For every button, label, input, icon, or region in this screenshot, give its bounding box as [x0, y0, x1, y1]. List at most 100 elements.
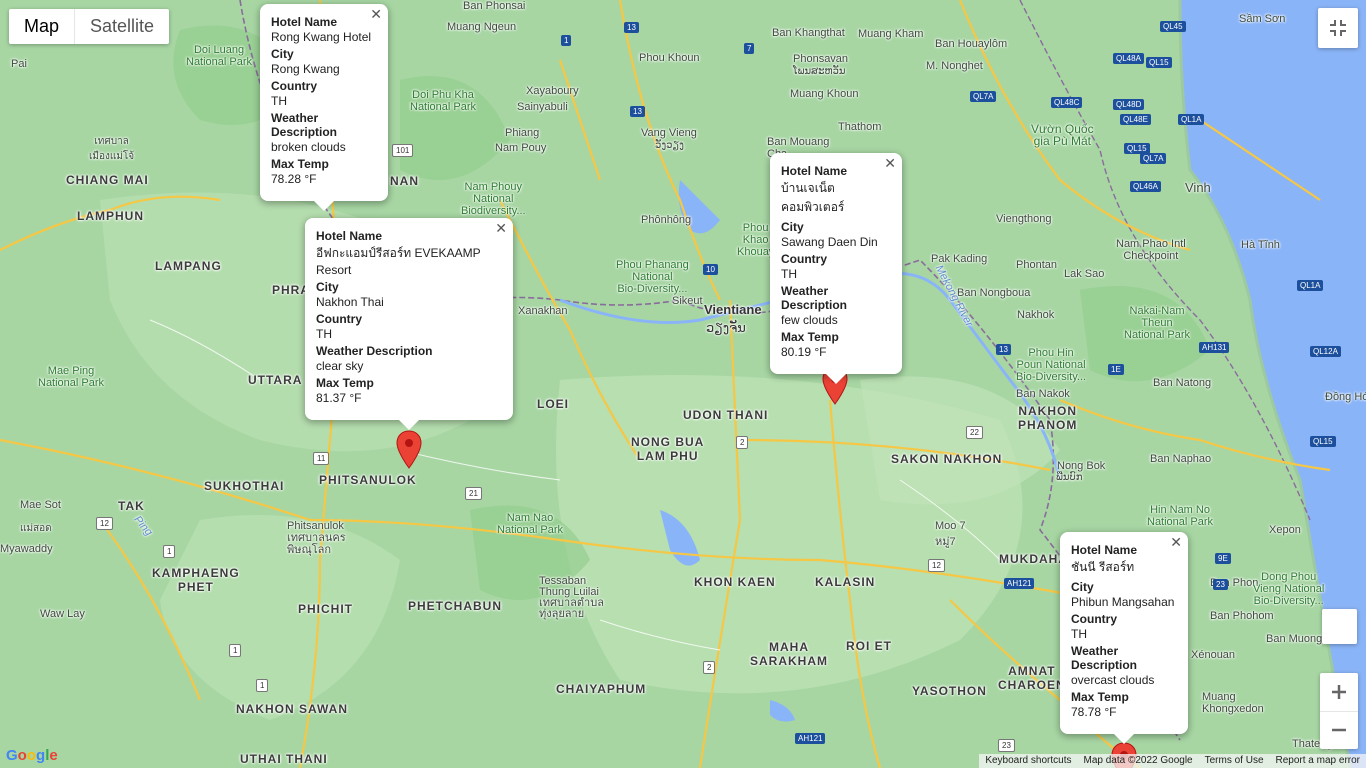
- zoom-out-button[interactable]: [1320, 712, 1358, 749]
- road-shield: QL7A: [970, 91, 997, 102]
- google-logo[interactable]: Google: [6, 747, 58, 764]
- place-sakon-nakhon: SAKON NAKHON: [891, 452, 1003, 466]
- place-nakhon-phanom: NAKHON PHANOM: [1018, 404, 1078, 432]
- place-phitsanulok: PHITSANULOK: [319, 473, 417, 487]
- zoom-in-button[interactable]: [1320, 674, 1358, 712]
- max-temp-label: Max Temp: [316, 376, 374, 390]
- place-muang-khoun: Muang Khoun: [790, 88, 859, 100]
- place-vientiane: Vientiane: [704, 302, 762, 317]
- park-phou-phanang: Phou Phanang National Bio-Diversity...: [616, 259, 689, 295]
- park-doi-phu-kha: Doi Phu Kha National Park: [410, 89, 477, 113]
- road-shield: 12: [96, 517, 113, 530]
- map-data-attribution[interactable]: Map data ©2022 Google: [1077, 754, 1198, 768]
- hotel-name-value: ชันนี รีสอร์ท: [1071, 560, 1135, 574]
- hotel-name-value: บ้านเจเน็ต คอมพิวเตอร์: [781, 181, 845, 214]
- close-icon[interactable]: ✕: [495, 221, 507, 235]
- place-lak-sao: Lak Sao: [1064, 268, 1105, 280]
- city-label: City: [316, 280, 339, 294]
- country-label: Country: [781, 252, 827, 266]
- place-phou-khoun: Phou Khoun: [639, 52, 700, 64]
- place-myawaddy: Myawaddy: [0, 543, 53, 555]
- place-lampang: LAMPANG: [155, 259, 222, 273]
- map-type-control: Map Satellite: [9, 9, 170, 44]
- place-xepon: Xepon: [1269, 524, 1301, 536]
- place-nong-bok-lao: ພືນບົກ: [1056, 472, 1083, 483]
- report-map-error-link[interactable]: Report a map error: [1270, 754, 1366, 768]
- max-temp-label: Max Temp: [271, 157, 329, 171]
- road-shield: 10: [703, 264, 718, 275]
- place-pak-kading: Pak Kading: [931, 253, 988, 265]
- map-type-map-button[interactable]: Map: [9, 9, 76, 44]
- street-view-pegman-button[interactable]: [1322, 609, 1357, 644]
- zoom-control: [1320, 673, 1358, 749]
- city-value: Nakhon Thai: [316, 295, 384, 309]
- place-nakhok: Nakhok: [1017, 309, 1055, 321]
- city-value: Phibun Mangsahan: [1071, 595, 1175, 609]
- place-xayaboury: Xayaboury: [526, 85, 579, 97]
- place-uthai-thani: UTHAI THANI: [240, 752, 328, 766]
- place-phonsavan-lao: ໂພນສະຫວັນ: [793, 66, 846, 77]
- place-waw-lay: Waw Lay: [40, 608, 85, 620]
- road-shield: 1: [163, 545, 176, 558]
- close-icon[interactable]: ✕: [1170, 535, 1182, 549]
- place-xanakhan: Xanakhan: [518, 305, 568, 317]
- map-marker[interactable]: [396, 430, 422, 470]
- place-loei: LOEI: [537, 397, 570, 411]
- road-shield: 23: [998, 739, 1015, 752]
- place-sam-son: Sầm Sơn: [1239, 13, 1286, 25]
- park-nakai: Nakai-Nam Theun National Park: [1124, 305, 1191, 341]
- place-vinh: Vinh: [1185, 180, 1211, 195]
- country-label: Country: [1071, 612, 1117, 626]
- place-ban-naphao: Ban Naphao: [1150, 453, 1212, 465]
- place-yasothon: YASOTHON: [912, 684, 987, 698]
- info-window: ✕ Hotel Name อีฟกะแอมป์รีสอร์ท EVEKAAMP …: [305, 218, 513, 430]
- terms-of-use-link[interactable]: Terms of Use: [1199, 754, 1270, 768]
- max-temp-value: 78.28 °F: [271, 172, 317, 186]
- place-khon-kaen: KHON KAEN: [694, 575, 776, 589]
- plus-icon: [1332, 685, 1346, 699]
- road-shield: 21: [465, 487, 482, 500]
- place-ban-nongboua: Ban Nongboua: [957, 287, 1031, 299]
- place-phiang: Phiang: [505, 127, 540, 139]
- road-shield: QL1A: [1178, 114, 1205, 125]
- weather-description-value: overcast clouds: [1071, 673, 1155, 687]
- park-mae-ping: Mae Ping National Park: [38, 365, 105, 389]
- place-maha-sarakham: MAHA SARAKHAM: [750, 640, 828, 668]
- place-nam-pouy: Nam Pouy: [495, 142, 547, 154]
- place-mae-sot: Mae Sot: [20, 499, 61, 511]
- place-ban-nakok: Ban Nakok: [1016, 388, 1070, 400]
- place-ban-phonsai: Ban Phonsai: [463, 0, 526, 12]
- road-shield: 1E: [1108, 364, 1124, 375]
- hotel-name-label: Hotel Name: [316, 229, 383, 243]
- place-chaiyaphum: CHAIYAPHUM: [556, 682, 647, 696]
- info-window: ✕ Hotel Name บ้านเจเน็ต คอมพิวเตอร์ City…: [770, 153, 902, 384]
- road-shield: QL46A: [1130, 181, 1161, 192]
- place-ban-natong: Ban Natong: [1153, 377, 1212, 389]
- place-phonsavan: Phonsavan: [793, 53, 849, 65]
- place-kamphaeng-phet: KAMPHAENG PHET: [152, 566, 240, 594]
- max-temp-value: 81.37 °F: [316, 391, 362, 405]
- road-shield: 2: [736, 436, 749, 449]
- place-xenouan: Xénouan: [1191, 649, 1236, 661]
- park-phou-khao-khouay: Phou Khao Khouay: [737, 222, 775, 258]
- road-shield: QL48D: [1113, 99, 1145, 110]
- country-value: TH: [316, 327, 332, 341]
- close-icon[interactable]: ✕: [370, 7, 382, 21]
- road-shield: AH121: [1004, 578, 1035, 589]
- place-muang-kham: Muang Kham: [858, 28, 924, 40]
- fullscreen-button[interactable]: [1318, 8, 1358, 48]
- keyboard-shortcuts-link[interactable]: Keyboard shortcuts: [979, 754, 1077, 768]
- close-icon[interactable]: ✕: [884, 156, 896, 170]
- road-shield: QL15: [1310, 436, 1336, 447]
- place-ban-muong: Ban Muong: [1266, 633, 1323, 645]
- place-tessaban-thung-luilai: Tessaban Thung Luilai เทศบาลตำบล ทุ่งลุย…: [539, 575, 604, 620]
- place-tak: TAK: [118, 499, 145, 513]
- road-shield: QL48C: [1051, 97, 1083, 108]
- place-chiang-mai: CHIANG MAI: [66, 173, 149, 187]
- park-nam-phouy: Nam Phouy National Biodiversity...: [461, 181, 526, 217]
- map-type-satellite-button[interactable]: Satellite: [75, 9, 169, 44]
- road-shield: 11: [313, 452, 330, 465]
- hotel-name-label: Hotel Name: [781, 164, 848, 178]
- city-label: City: [781, 220, 804, 234]
- place-thesaban-muang: เทศบาล เมืองแม่โจ้: [89, 136, 135, 162]
